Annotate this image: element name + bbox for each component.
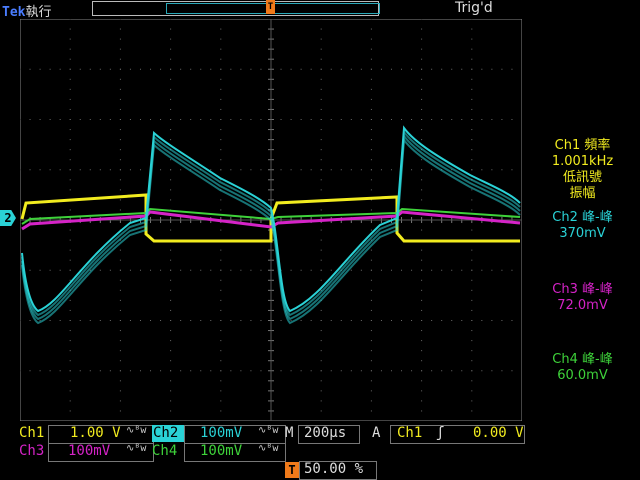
- ch2-ground-marker[interactable]: 2: [0, 210, 16, 226]
- measurement-value: 60.0mV: [557, 368, 608, 383]
- acquisition-mode: 執行: [25, 5, 52, 20]
- bandwidth-limit-icon: ∿ᴮw: [126, 425, 147, 436]
- ch1-label[interactable]: Ch1: [19, 425, 44, 441]
- bandwidth-limit-icon: ∿ᴮw: [258, 443, 279, 454]
- ch4-scale[interactable]: 100mV: [200, 443, 242, 459]
- measurement-value: 1.001kHz: [551, 154, 614, 169]
- ch3-label[interactable]: Ch3: [19, 443, 44, 459]
- measurement-value: 72.0mV: [557, 298, 608, 313]
- trigger-position-icon: T: [285, 462, 299, 478]
- trigger-position-value[interactable]: 50.00 %: [304, 461, 363, 477]
- trigger-level[interactable]: 0.00 V: [473, 425, 524, 441]
- measurement-title: Ch3 峰-峰: [552, 282, 613, 297]
- measurement-title: Ch1 頻率: [554, 138, 611, 153]
- measurement-ch2[interactable]: Ch2 峰-峰 370mV: [525, 210, 640, 242]
- measurement-title: Ch4 峰-峰: [552, 352, 613, 367]
- brand-logo: Tek: [2, 5, 26, 20]
- waveform-display[interactable]: [20, 19, 522, 421]
- bandwidth-limit-icon: ∿ᴮw: [258, 425, 279, 436]
- ch1-scale[interactable]: 1.00 V: [70, 425, 121, 441]
- measurement-ch1[interactable]: Ch1 頻率 1.001kHz 低訊號 振幅: [525, 138, 640, 202]
- measurement-value: 370mV: [559, 226, 606, 241]
- record-trigger-marker: T: [266, 0, 275, 14]
- measurement-note: 振幅: [569, 186, 596, 201]
- ch2-scale[interactable]: 100mV: [200, 425, 242, 441]
- ch2-label[interactable]: Ch2: [153, 425, 178, 441]
- top-status-bar: Tek執行 T Trig'd: [0, 0, 640, 20]
- ch3-scale[interactable]: 100mV: [68, 443, 110, 459]
- brand: Tek執行: [2, 1, 52, 20]
- measurement-ch4[interactable]: Ch4 峰-峰 60.0mV: [525, 352, 640, 384]
- timebase-label: M: [285, 425, 294, 441]
- trigger-status: Trig'd: [455, 0, 493, 16]
- measurement-ch3[interactable]: Ch3 峰-峰 72.0mV: [525, 282, 640, 314]
- trigger-slope-icon: ʃ: [436, 425, 445, 441]
- bandwidth-limit-icon: ∿ᴮw: [126, 443, 147, 454]
- measurement-note: 低訊號: [562, 170, 602, 185]
- trigger-mode: A: [372, 425, 381, 441]
- ch4-label[interactable]: Ch4: [152, 443, 177, 459]
- trigger-source[interactable]: Ch1: [397, 425, 422, 441]
- timebase-value[interactable]: 200µs: [304, 425, 346, 441]
- measurement-title: Ch2 峰-峰: [552, 210, 613, 225]
